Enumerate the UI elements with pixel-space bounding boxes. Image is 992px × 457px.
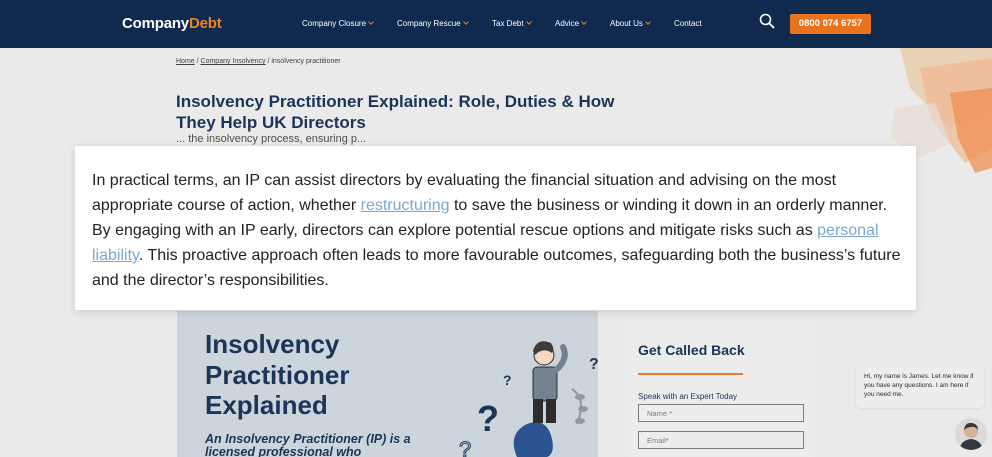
logo-accent: Debt — [188, 15, 222, 32]
company-logo[interactable]: CompanyDebt — [122, 15, 222, 32]
nav-company-closure[interactable]: Company Closure — [302, 19, 374, 28]
nav-label: Tax Debt — [492, 19, 524, 28]
site-header: CompanyDebt Company Closure Company Resc… — [0, 0, 992, 48]
nav-about-us[interactable]: About Us — [610, 19, 651, 28]
chevron-down-icon — [581, 19, 587, 25]
highlighted-paragraph-box: In practical terms, an IP can assist dir… — [75, 146, 916, 310]
paragraph-text: . This proactive approach often leads to… — [92, 247, 901, 289]
chevron-down-icon — [525, 19, 532, 25]
nav-label: About Us — [610, 19, 643, 28]
chevron-down-icon — [368, 19, 374, 25]
chevron-down-icon — [645, 19, 651, 25]
nav-label: Contact — [674, 19, 702, 28]
nav-tax-debt[interactable]: Tax Debt — [492, 19, 532, 28]
phone-button[interactable]: 0800 074 6757 — [790, 14, 871, 34]
chevron-down-icon — [462, 19, 469, 25]
nav-company-rescue[interactable]: Company Rescue — [397, 19, 469, 28]
nav-contact[interactable]: Contact — [674, 19, 702, 28]
nav-advice[interactable]: Advice — [555, 19, 587, 28]
nav-label: Advice — [555, 19, 580, 28]
nav-label: Company Rescue — [397, 19, 461, 28]
nav-label: Company Closure — [302, 19, 367, 28]
restructuring-link[interactable]: restructuring — [361, 197, 450, 214]
highlighted-paragraph: In practical terms, an IP can assist dir… — [92, 168, 907, 293]
logo-main: Company — [122, 15, 189, 32]
search-icon[interactable] — [759, 13, 775, 29]
